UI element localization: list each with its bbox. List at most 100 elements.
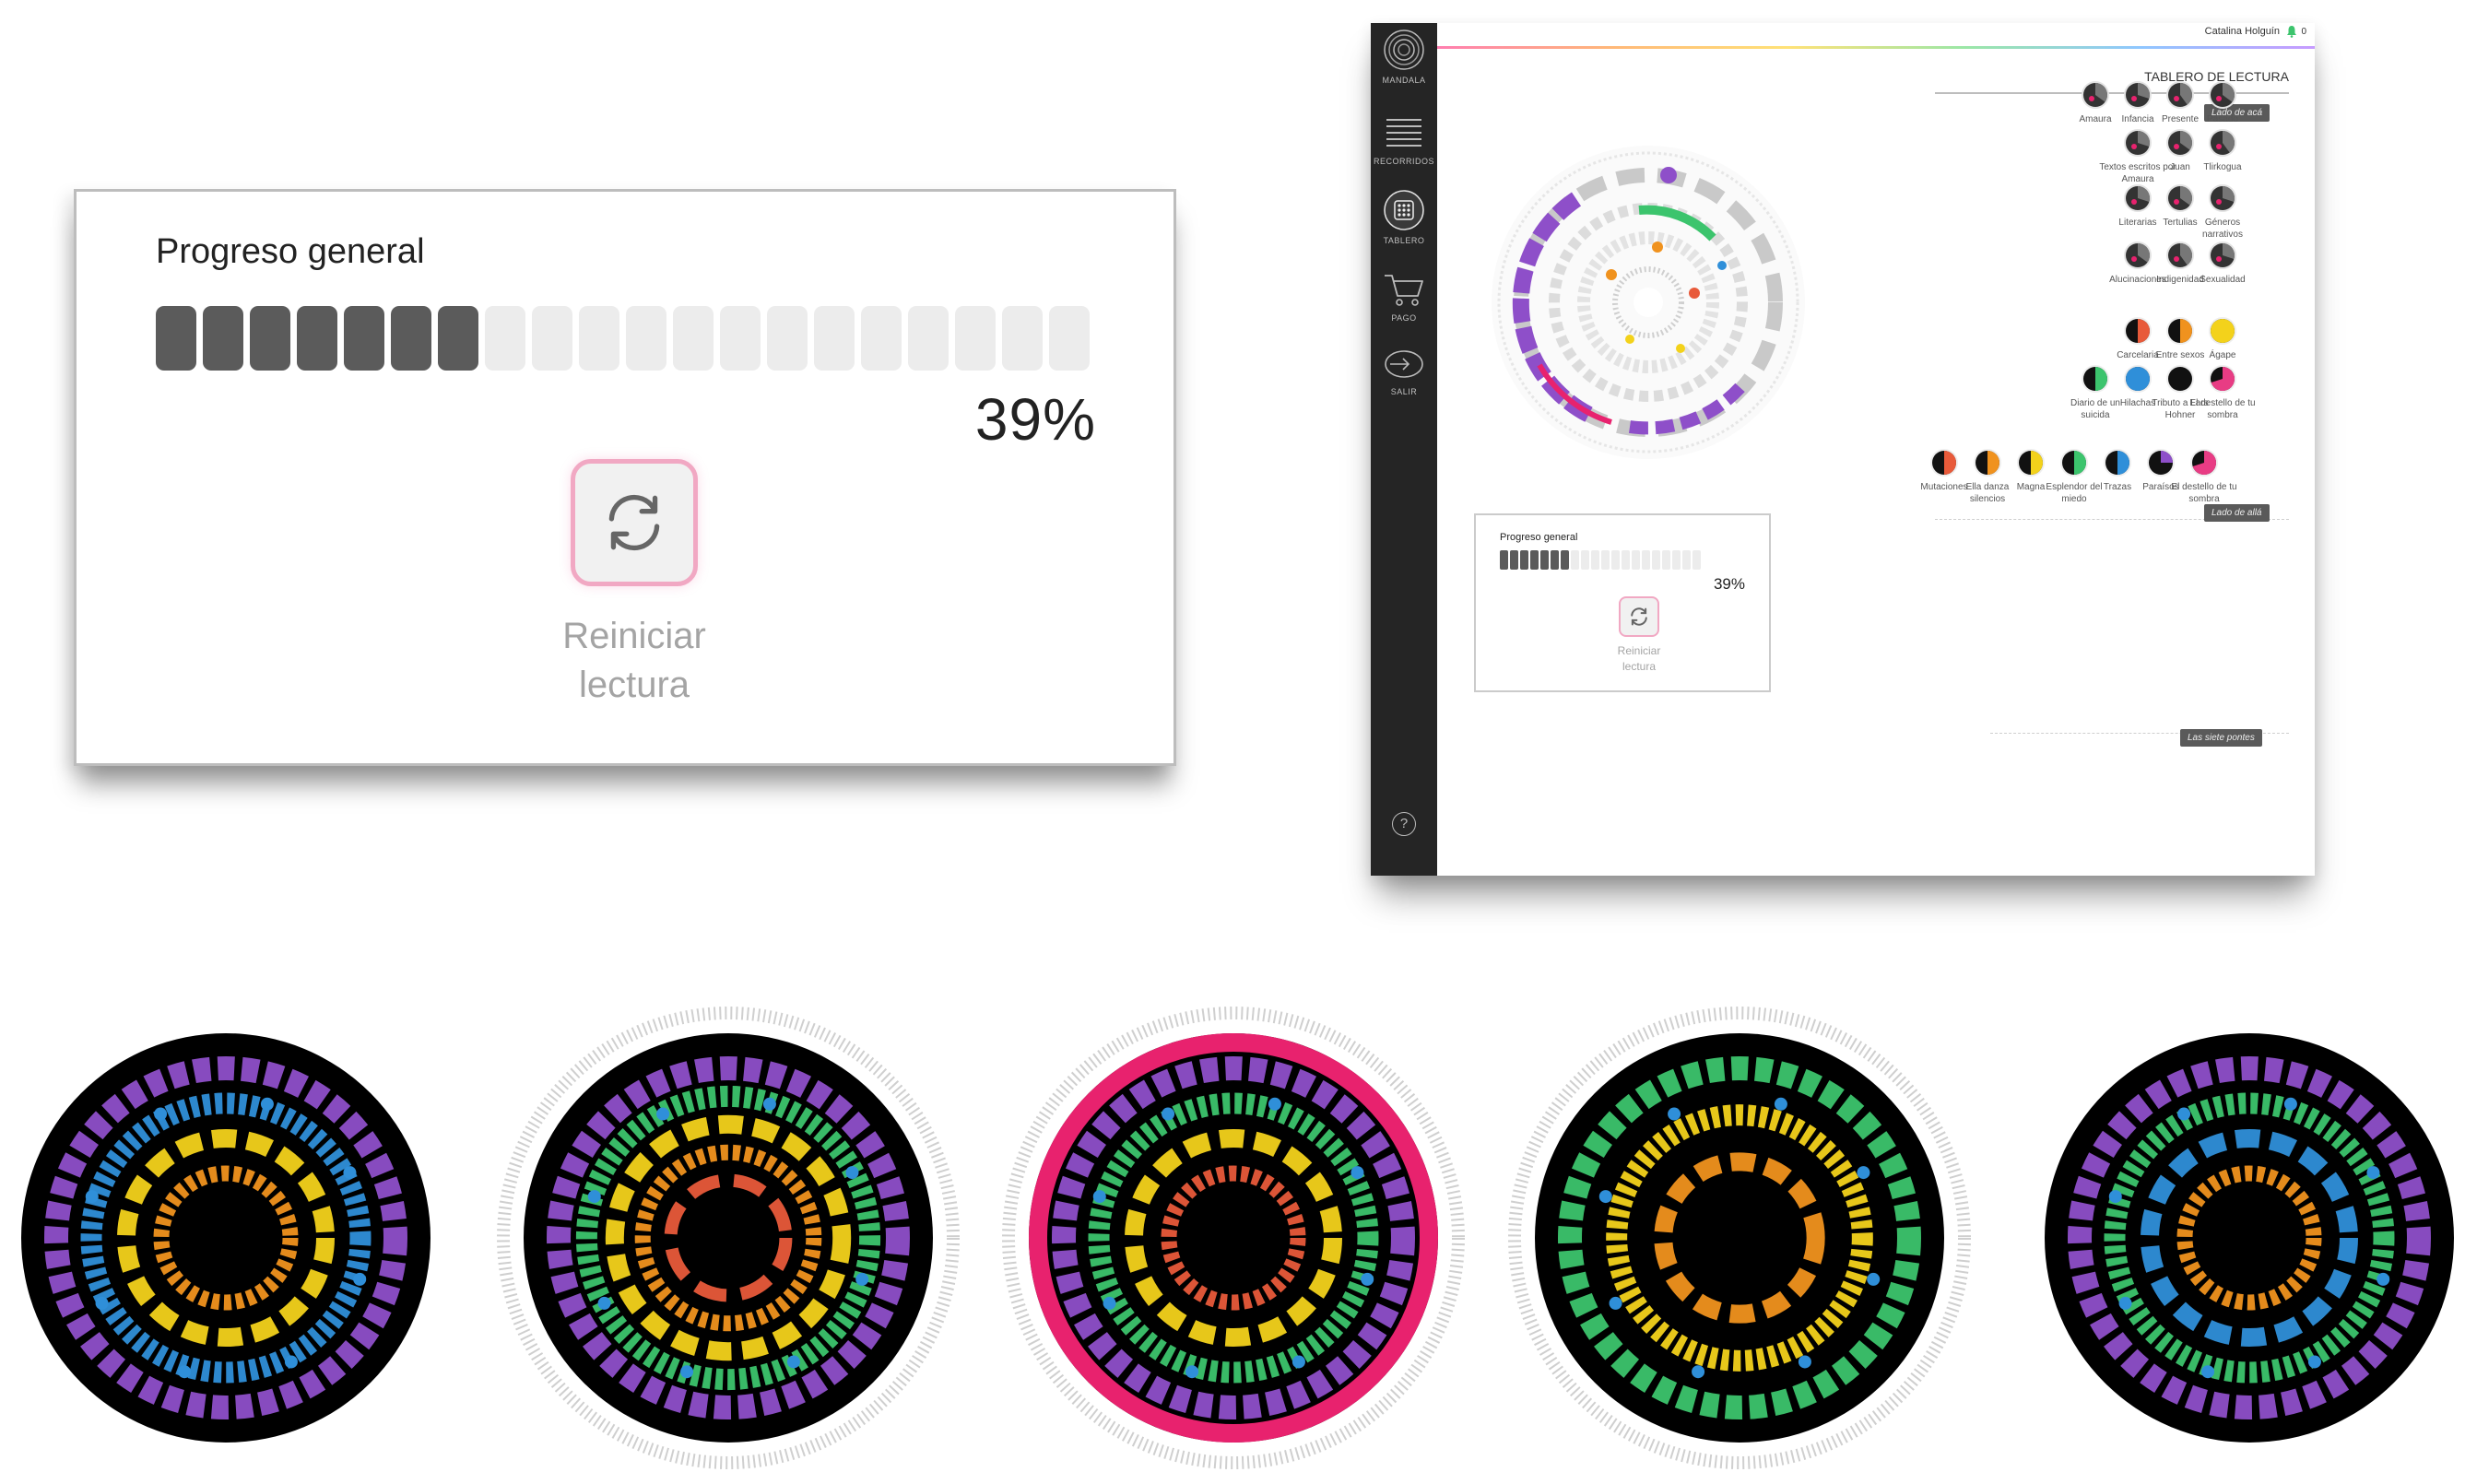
- reading-item[interactable]: El destello de tu sombra: [2184, 364, 2261, 421]
- progress-segment: [391, 306, 431, 371]
- progress-percent-small: 39%: [1713, 575, 1745, 593]
- progress-segment: [532, 306, 572, 371]
- accent-line: [1437, 46, 2315, 49]
- sidebar-item-mandala[interactable]: MANDALA: [1371, 29, 1437, 85]
- reset-reading-button-small[interactable]: [1619, 596, 1659, 637]
- progress-bar: [156, 306, 1090, 371]
- user-name[interactable]: Catalina Holguín: [2205, 26, 2280, 37]
- progress-segment: [955, 306, 996, 371]
- help-button[interactable]: ?: [1371, 812, 1437, 836]
- progress-segment: [720, 306, 761, 371]
- sidebar-label-pago: PAGO: [1391, 313, 1417, 323]
- notification-count: 0: [2301, 27, 2306, 37]
- progress-segment: [250, 306, 290, 371]
- reset-reading-label[interactable]: Reiniciar lectura: [519, 612, 749, 710]
- sidebar-label-salir: SALIR: [1390, 387, 1418, 396]
- progress-circle-icon: [2209, 184, 2236, 212]
- progress-segment-small: [1581, 550, 1589, 570]
- refresh-icon: [1631, 607, 1647, 626]
- reset-reading-button[interactable]: [571, 459, 698, 586]
- mandala-5[interactable]: [2017, 1006, 2465, 1470]
- progress-segment: [673, 306, 714, 371]
- progress-segment: [861, 306, 902, 371]
- app-window: MANDALA RECORRIDOS TABLERO PAGO SALIR ? …: [1371, 23, 2315, 876]
- progress-segment-small: [1520, 550, 1528, 570]
- progress-title: Progreso general: [156, 232, 425, 271]
- reading-item-label: El destello de tu sombra: [2171, 482, 2237, 504]
- progress-segment: [485, 306, 525, 371]
- progress-circle-icon: [2209, 317, 2236, 345]
- progress-segment-small: [1611, 550, 1620, 570]
- grid-icon: [1384, 190, 1424, 230]
- mandala-3[interactable]: [1001, 1006, 1466, 1470]
- reading-item-label: Tlirkogua: [2203, 162, 2242, 172]
- progress-card-zoomed: Progreso general 39% Reiniciar lectura: [74, 189, 1176, 766]
- progress-segment: [1049, 306, 1090, 371]
- progress-segment-small: [1601, 550, 1610, 570]
- reset-reading-label-small[interactable]: Reiniciar lectura: [1586, 643, 1692, 675]
- sidebar-item-pago[interactable]: PAGO: [1371, 270, 1437, 323]
- progress-segment: [908, 306, 949, 371]
- reading-item[interactable]: Ágape: [2184, 316, 2261, 361]
- reading-item[interactable]: Géneros narrativos: [2184, 183, 2261, 241]
- sidebar: MANDALA RECORRIDOS TABLERO PAGO SALIR ?: [1371, 23, 1437, 876]
- reading-item-label: El destello de tu sombra: [2189, 398, 2256, 420]
- progress-segment: [626, 306, 666, 371]
- progress-segment-small: [1591, 550, 1599, 570]
- mandala-icon: [1384, 29, 1424, 70]
- progress-segment-small: [1682, 550, 1691, 570]
- progress-circle-icon: [2209, 129, 2236, 157]
- help-icon: ?: [1392, 812, 1416, 836]
- progress-segment: [814, 306, 855, 371]
- progress-title-small: Progreso general: [1500, 532, 1578, 543]
- progress-segment-small: [1510, 550, 1518, 570]
- sidebar-label-mandala: MANDALA: [1382, 76, 1426, 85]
- progress-segment-small: [1551, 550, 1559, 570]
- progress-circle-icon: [2209, 241, 2236, 269]
- reading-item[interactable]: Tlirkogua: [2184, 128, 2261, 173]
- progress-segment: [156, 306, 196, 371]
- progress-segment: [203, 306, 243, 371]
- progress-segment-small: [1652, 550, 1660, 570]
- sidebar-item-tablero[interactable]: TABLERO: [1371, 189, 1437, 245]
- cart-icon: [1385, 275, 1423, 306]
- progress-segment-small: [1530, 550, 1539, 570]
- progress-card: Progreso general 39% Reiniciar lectura: [1474, 513, 1771, 692]
- bell-icon[interactable]: [2286, 25, 2297, 38]
- progress-segment: [767, 306, 808, 371]
- progress-segment: [344, 306, 384, 371]
- main-mandala[interactable]: [1489, 143, 1808, 462]
- reset-label-line1: Reiniciar: [562, 616, 706, 656]
- progress-circle-icon: [2190, 449, 2218, 477]
- reset-label-line1-small: Reiniciar: [1617, 644, 1661, 657]
- reading-item-label: Sexualidad: [2200, 275, 2246, 285]
- progress-segment: [579, 306, 619, 371]
- reading-item-label: Géneros narrativos: [2202, 218, 2243, 240]
- section-button-lado-de-alla[interactable]: Lado de allá: [2204, 504, 2270, 522]
- reading-item[interactable]: Sexualidad: [2184, 241, 2261, 286]
- section-button-siete-pontes[interactable]: Las siete pontes: [2180, 729, 2262, 747]
- progress-segment-small: [1662, 550, 1670, 570]
- progress-circle-icon: [2209, 81, 2236, 109]
- progress-bar-small: [1500, 550, 1701, 570]
- mandala-4[interactable]: [1507, 1006, 1972, 1470]
- exit-icon: [1385, 350, 1423, 378]
- reading-item-label: Pasado: [2207, 114, 2238, 124]
- reading-item[interactable]: El destello de tu sombra: [2165, 448, 2243, 505]
- progress-segment-small: [1540, 550, 1549, 570]
- progress-segment-small: [1571, 550, 1579, 570]
- progress-segment-small: [1500, 550, 1508, 570]
- refresh-icon: [608, 494, 660, 551]
- mandala-2[interactable]: [496, 1006, 961, 1470]
- mandala-1[interactable]: [0, 1006, 458, 1470]
- progress-segment-small: [1642, 550, 1650, 570]
- reading-item[interactable]: Pasado: [2184, 80, 2261, 125]
- reset-label-line2-small: lectura: [1622, 660, 1657, 673]
- progress-percent: 39%: [974, 386, 1096, 453]
- sidebar-item-recorridos[interactable]: RECORRIDOS: [1371, 115, 1437, 166]
- progress-segment-small: [1672, 550, 1681, 570]
- progress-segment: [1002, 306, 1043, 371]
- sidebar-item-salir[interactable]: SALIR: [1371, 346, 1437, 396]
- list-icon: [1386, 119, 1421, 147]
- progress-segment: [297, 306, 337, 371]
